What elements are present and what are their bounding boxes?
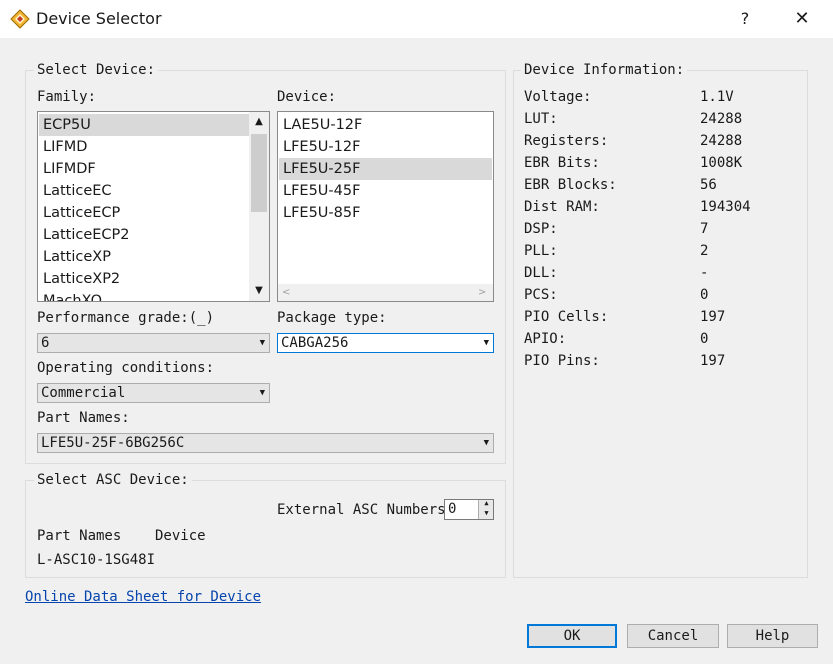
family-item[interactable]: LIFMDF [39, 158, 250, 180]
spin-up-icon[interactable]: ▲ [479, 499, 494, 507]
family-item[interactable]: LatticeXP [39, 246, 250, 268]
device-info-value: 56 [700, 177, 717, 193]
family-item[interactable]: LIFMD [39, 136, 250, 158]
device-info-value: 0 [700, 331, 709, 347]
device-info-key: EBR Blocks: [524, 177, 617, 193]
device-item[interactable]: LFE5U-85F [279, 202, 492, 224]
scroll-left-icon[interactable]: < [282, 284, 290, 301]
family-item[interactable]: LatticeECP [39, 202, 250, 224]
part-names-value: LFE5U-25F-6BG256C [41, 435, 185, 451]
asc-part-row[interactable]: L-ASC10-1SG48I [37, 552, 155, 568]
online-data-sheet-link[interactable]: Online Data Sheet for Device [25, 589, 261, 605]
family-item[interactable]: MachXO [39, 290, 250, 301]
device-info-legend: Device Information: [521, 62, 688, 78]
family-item[interactable]: LatticeEC [39, 180, 250, 202]
device-info-key: PIO Pins: [524, 353, 600, 369]
device-info-key: DSP: [524, 221, 558, 237]
performance-grade-label: Performance grade:(_) [37, 310, 215, 326]
device-info-value: 7 [700, 221, 709, 237]
device-info-value: 197 [700, 309, 726, 325]
device-info-key: PIO Cells: [524, 309, 609, 325]
device-info-value: 1.1V [700, 89, 734, 105]
device-item[interactable]: LFE5U-25F [279, 158, 492, 180]
asc-col-part-names: Part Names [37, 528, 122, 544]
family-scroll-thumb[interactable] [251, 134, 267, 212]
select-device-legend: Select Device: [34, 62, 159, 78]
device-listbox[interactable]: LAE5U-12F LFE5U-12F LFE5U-25F LFE5U-45F LFE5… [277, 111, 494, 302]
device-info-value: - [700, 265, 709, 281]
cancel-button[interactable]: Cancel [627, 624, 719, 648]
device-item[interactable]: LFE5U-45F [279, 180, 492, 202]
device-info-key: LUT: [524, 111, 558, 127]
external-asc-value: 0 [448, 501, 457, 517]
help-button[interactable]: Help [727, 624, 818, 648]
dropdown-arrow-icon: ▼ [259, 388, 265, 398]
device-info-value: 1008K [700, 155, 743, 171]
device-label: Device: [277, 89, 337, 105]
device-info-value: 194304 [700, 199, 751, 215]
close-icon[interactable]: ✕ [790, 6, 814, 32]
operating-conditions-value: Commercial [41, 385, 126, 401]
device-item[interactable]: LAE5U-12F [279, 114, 492, 136]
family-listbox[interactable]: ECP5U LIFMD LIFMDF LatticeEC LatticeECP Latti… [37, 111, 270, 302]
spin-down-icon[interactable]: ▼ [479, 509, 494, 517]
app-diamond-icon [10, 9, 30, 29]
scroll-right-icon[interactable]: > [478, 284, 486, 301]
scroll-up-icon[interactable]: ▲ [249, 112, 269, 132]
dropdown-arrow-icon: ▼ [483, 438, 489, 448]
dropdown-arrow-icon: ▼ [483, 338, 489, 348]
performance-grade-select[interactable]: 6 ▼ [37, 333, 270, 353]
device-info-key: PCS: [524, 287, 558, 303]
family-item[interactable]: LatticeXP2 [39, 268, 250, 290]
device-info-value: 24288 [700, 133, 743, 149]
device-info-value: 24288 [700, 111, 743, 127]
package-type-label: Package type: [277, 310, 387, 326]
dropdown-arrow-icon: ▼ [259, 338, 265, 348]
ok-button[interactable]: OK [527, 624, 617, 648]
family-scrollbar[interactable]: ▲ ▼ [249, 112, 269, 301]
package-type-select[interactable]: CABGA256 ▼ [277, 333, 494, 353]
operating-conditions-label: Operating conditions: [37, 360, 215, 376]
device-info-key: APIO: [524, 331, 567, 347]
select-asc-legend: Select ASC Device: [34, 472, 192, 488]
device-info-value: 2 [700, 243, 709, 259]
device-info-value: 197 [700, 353, 726, 369]
external-asc-spinbox[interactable]: 0 ▲ ▼ [444, 499, 494, 520]
device-info-key: PLL: [524, 243, 558, 259]
device-item[interactable]: LFE5U-12F [279, 136, 492, 158]
device-info-key: Dist RAM: [524, 199, 600, 215]
asc-col-device: Device [155, 528, 206, 544]
device-hscrollbar[interactable]: < > [278, 284, 493, 301]
family-label: Family: [37, 89, 97, 105]
family-item[interactable]: ECP5U [39, 114, 250, 136]
family-item[interactable]: LatticeECP2 [39, 224, 250, 246]
device-info-key: DLL: [524, 265, 558, 281]
device-info-key: Registers: [524, 133, 609, 149]
device-info-key: Voltage: [524, 89, 592, 105]
package-type-value: CABGA256 [281, 335, 349, 351]
window-title: Device Selector [36, 9, 162, 28]
performance-grade-value: 6 [41, 335, 50, 351]
operating-conditions-select[interactable]: Commercial ▼ [37, 383, 270, 403]
help-icon[interactable]: ? [733, 6, 757, 32]
part-names-label: Part Names: [37, 410, 130, 426]
device-info-key: EBR Bits: [524, 155, 600, 171]
external-asc-label: External ASC Numbers [277, 502, 446, 518]
device-info-value: 0 [700, 287, 709, 303]
scroll-down-icon[interactable]: ▼ [249, 281, 269, 301]
spin-buttons[interactable]: ▲ ▼ [478, 499, 494, 519]
part-names-select[interactable]: LFE5U-25F-6BG256C ▼ [37, 433, 494, 453]
